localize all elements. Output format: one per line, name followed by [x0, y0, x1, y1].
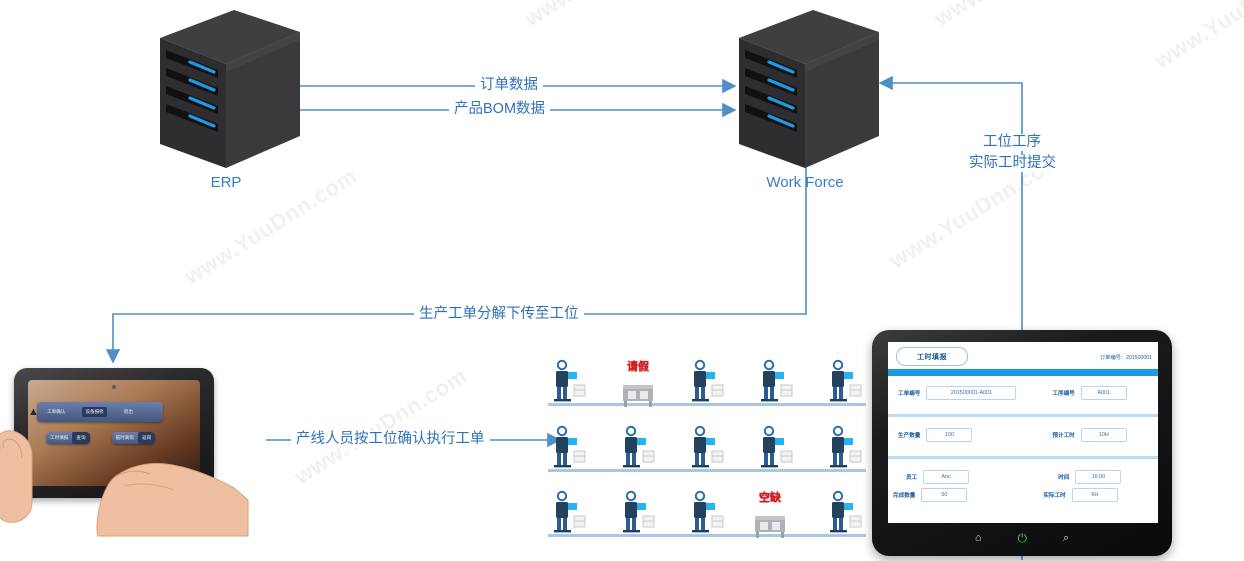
- form-row-employee: 员工 Aric 时间 16:00: [888, 470, 1158, 484]
- workstation: [617, 425, 659, 469]
- workstation: [686, 359, 728, 403]
- workstation: [548, 425, 590, 469]
- worker-icon: [830, 490, 862, 533]
- workstation: [686, 425, 728, 469]
- edge-label-workhour-submit-2: 实际工时提交: [964, 155, 1061, 172]
- qty-label: 生产数量: [898, 433, 921, 439]
- work-order-label: 工单编号: [898, 391, 921, 397]
- tablet-navigation-bar[interactable]: ⌂ ⏻ ⌕: [872, 526, 1172, 550]
- section-divider: [888, 456, 1158, 459]
- work-order-input[interactable]: 201500001-A001: [926, 386, 1017, 400]
- edge-label-order-data: 订单数据: [475, 77, 543, 94]
- section-divider: [888, 414, 1158, 417]
- camera-dot: [112, 385, 116, 389]
- workstation: [755, 425, 797, 469]
- workstation: [824, 490, 866, 534]
- worker-icon: [554, 425, 586, 468]
- workhours-form-screen[interactable]: 工时填报 订单编号：201500001 工单编号 201500001-A001 …: [888, 342, 1158, 523]
- conveyor-line: [548, 534, 866, 537]
- order-number-label: 订单编号：: [1100, 355, 1127, 361]
- workstation-row: [548, 418, 866, 472]
- done-qty-input[interactable]: 50: [921, 488, 968, 502]
- qty-input[interactable]: 100: [926, 428, 973, 442]
- home-icon[interactable]: ⌂: [975, 532, 982, 544]
- workstation: [824, 425, 866, 469]
- form-row-quantity: 生产数量 100 预计工时 10H: [888, 428, 1158, 442]
- workstation: [617, 490, 659, 534]
- station-status-tag: 请假: [627, 361, 649, 373]
- workstation: [548, 359, 590, 403]
- workforce-server-icon: [739, 10, 879, 168]
- form-row-completed: 完成数量 50 实际工时 6H: [888, 488, 1158, 502]
- tab-label: 工时填报: [917, 353, 947, 361]
- workstation-row: 请假: [548, 352, 866, 407]
- workstation: [824, 359, 866, 403]
- est-hours-input[interactable]: 10H: [1080, 428, 1127, 442]
- workstation: 请假: [617, 359, 659, 407]
- process-no-input[interactable]: A001: [1080, 386, 1127, 400]
- watermark: www.YuuDnn.com: [930, 0, 1112, 32]
- worker-icon: [554, 490, 586, 533]
- node-erp-label: ERP: [210, 174, 242, 191]
- worker-icon: [830, 359, 862, 402]
- worker-icon: [761, 425, 793, 468]
- actual-hours-label: 实际工时: [1043, 493, 1066, 499]
- node-workforce: Work Force: [731, 8, 883, 191]
- diagram-canvas: www.YuuDnn.com www.YuuDnn.com www.YuuDnn…: [0, 0, 1244, 561]
- actual-hours-input[interactable]: 6H: [1071, 488, 1118, 502]
- search-icon[interactable]: ⌕: [1063, 532, 1069, 545]
- erp-server-icon: [160, 10, 300, 168]
- est-hours-label: 预计工时: [1052, 433, 1075, 439]
- hands-illustration: [0, 430, 249, 537]
- empty-desk-icon: [755, 516, 785, 538]
- workstation: [548, 490, 590, 534]
- conveyor-line: [548, 403, 866, 406]
- watermark: www.YuuDnn.com: [290, 363, 472, 490]
- worker-icon: [830, 425, 862, 468]
- workstation: [755, 359, 797, 403]
- employee-label: 员工: [906, 475, 918, 481]
- employee-input[interactable]: Aric: [923, 470, 970, 484]
- edge-label-bom-data: 产品BOM数据: [449, 101, 551, 118]
- worker-icon: [692, 425, 724, 468]
- section-divider-primary: [888, 369, 1158, 376]
- form-row-work-order: 工单编号 201500001-A001 工序编号 A001: [888, 386, 1158, 400]
- order-number: 订单编号：201500001: [1100, 354, 1152, 361]
- worker-icon: [623, 425, 655, 468]
- workhours-tablet[interactable]: 工时填报 订单编号：201500001 工单编号 201500001-A001 …: [872, 330, 1172, 556]
- edge-label-dispatch: 生产工单分解下传至工位: [414, 306, 584, 323]
- worker-icon: [761, 359, 793, 402]
- conveyor-line: [548, 469, 866, 472]
- order-number-value: 201500001: [1126, 355, 1152, 361]
- edge-label-workhour-submit-1: 工位工序: [978, 134, 1046, 151]
- worker-icon: [692, 359, 724, 402]
- edge-label-operator-confirm: 产线人员按工位确认执行工单: [291, 431, 490, 448]
- watermark: www.YuuDnn.com: [520, 0, 702, 32]
- watermark: www.YuuDnn.com: [1150, 0, 1244, 74]
- process-no-label: 工序编号: [1052, 391, 1075, 397]
- node-erp: ERP: [152, 8, 304, 191]
- workstation-row: 空缺: [548, 483, 866, 538]
- worker-icon: [554, 359, 586, 402]
- station-status-tag: 空缺: [759, 492, 781, 504]
- worker-icon: [623, 490, 655, 533]
- node-workforce-label: Work Force: [766, 174, 844, 191]
- empty-desk-icon: [623, 385, 653, 407]
- workstation: 空缺: [749, 490, 791, 538]
- done-qty-label: 完成数量: [893, 493, 916, 499]
- time-input[interactable]: 16:00: [1075, 470, 1122, 484]
- workstation: [686, 490, 728, 534]
- power-icon[interactable]: ⏻: [1017, 531, 1027, 546]
- worker-icon: [692, 490, 724, 533]
- time-label: 时间: [1058, 475, 1070, 481]
- tab-workhours-report[interactable]: 工时填报: [896, 347, 968, 366]
- operator-tablet[interactable]: ▲ 工单确认 设备报修 退出 工时填报 查询 临时离岗 返岗: [0, 368, 249, 537]
